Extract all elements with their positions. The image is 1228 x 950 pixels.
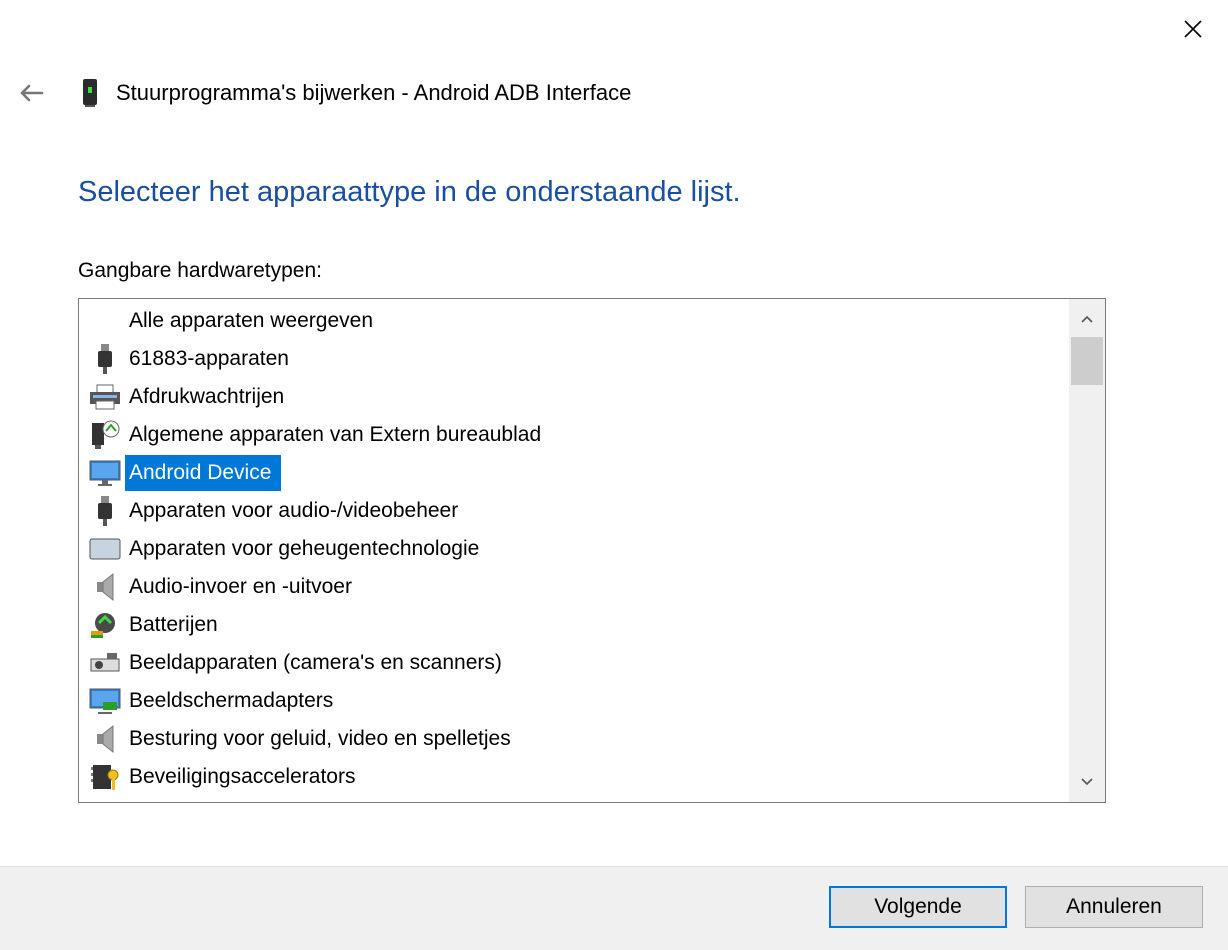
monitor-icon (88, 457, 122, 489)
list-item-label: Audio-invoer en -uitvoer (129, 575, 352, 598)
list-item-label: Beeldapparaten (camera's en scanners) (129, 651, 502, 674)
list-item-label: Besturing voor geluid, video en spelletj… (129, 727, 511, 750)
speaker-icon (88, 723, 122, 755)
list-item-label: Algemene apparaten van Extern bureaublad (129, 423, 542, 446)
chevron-up-icon (1081, 315, 1093, 323)
list-item-61883[interactable]: 61883-apparaten (79, 340, 1067, 378)
back-button[interactable] (14, 78, 48, 108)
list-item-memory-technology[interactable]: Apparaten voor geheugentechnologie (79, 530, 1067, 568)
memory-card-icon (88, 533, 122, 565)
window-title: Stuurprogramma's bijwerken - Android ADB… (116, 80, 632, 105)
scroll-up-button[interactable] (1069, 301, 1105, 337)
remote-desktop-icon (88, 419, 122, 451)
usb-plug-icon (88, 343, 122, 375)
printer-icon (88, 381, 122, 413)
dialog-footer: Volgende Annuleren (0, 866, 1228, 950)
display-adapter-icon (88, 685, 122, 717)
list-item-label: Alle apparaten weergeven (129, 309, 374, 332)
close-icon (1184, 20, 1202, 38)
list-item-show-all[interactable]: Alle apparaten weergeven (79, 302, 1067, 340)
cancel-button[interactable]: Annuleren (1025, 886, 1203, 928)
list-item-remote-desktop[interactable]: Algemene apparaten van Extern bureaublad (79, 416, 1067, 454)
battery-icon (88, 609, 122, 641)
camera-icon (88, 647, 122, 679)
list-item-audio-io[interactable]: Audio-invoer en -uitvoer (79, 568, 1067, 606)
usb-device-icon (80, 78, 100, 108)
speaker-icon (88, 571, 122, 603)
scrollbar-thumb[interactable] (1071, 337, 1103, 385)
list-item-security-accelerators[interactable]: Beveiligingsaccelerators (79, 758, 1067, 796)
chevron-down-icon (1081, 778, 1093, 786)
list-item-audio-video-control[interactable]: Apparaten voor audio-/videobeheer (79, 492, 1067, 530)
next-button[interactable]: Volgende (829, 886, 1007, 928)
update-driver-dialog: Stuurprogramma's bijwerken - Android ADB… (0, 0, 1228, 950)
vertical-scrollbar[interactable] (1069, 299, 1105, 802)
list-item-label: Android Device (125, 455, 282, 491)
list-item-label: Apparaten voor geheugentechnologie (129, 537, 480, 560)
list-item-label: Beeldschermadapters (129, 689, 334, 712)
list-item-sound-video-game[interactable]: Besturing voor geluid, video en spelletj… (79, 720, 1067, 758)
list-item-label: Afdrukwachtrijen (129, 385, 285, 408)
list-item-label: Beveiligingsaccelerators (129, 765, 356, 788)
hardware-types-listbox[interactable]: Alle apparaten weergeven 61883-apparaten (78, 298, 1106, 803)
list-item-display-adapters[interactable]: Beeldschermadapters (79, 682, 1067, 720)
list-item-label: Apparaten voor audio-/videobeheer (129, 499, 459, 522)
list-item-imaging-devices[interactable]: Beeldapparaten (camera's en scanners) (79, 644, 1067, 682)
scroll-down-button[interactable] (1069, 764, 1105, 800)
hardware-types-label: Gangbare hardwaretypen: (78, 259, 322, 282)
empty-icon (88, 305, 122, 337)
security-chip-icon (88, 761, 122, 793)
list-item-label: 61883-apparaten (129, 347, 289, 370)
list-items-container: Alle apparaten weergeven 61883-apparaten (79, 302, 1067, 796)
list-item-print-queues[interactable]: Afdrukwachtrijen (79, 378, 1067, 416)
close-button[interactable] (1176, 12, 1210, 46)
page-heading: Selecteer het apparaattype in de onderst… (78, 176, 741, 208)
usb-plug-icon (88, 495, 122, 527)
list-item-label: Batterijen (129, 613, 218, 636)
list-item-android-device[interactable]: Android Device (79, 454, 1067, 492)
arrow-left-icon (20, 84, 44, 102)
list-item-batteries[interactable]: Batterijen (79, 606, 1067, 644)
